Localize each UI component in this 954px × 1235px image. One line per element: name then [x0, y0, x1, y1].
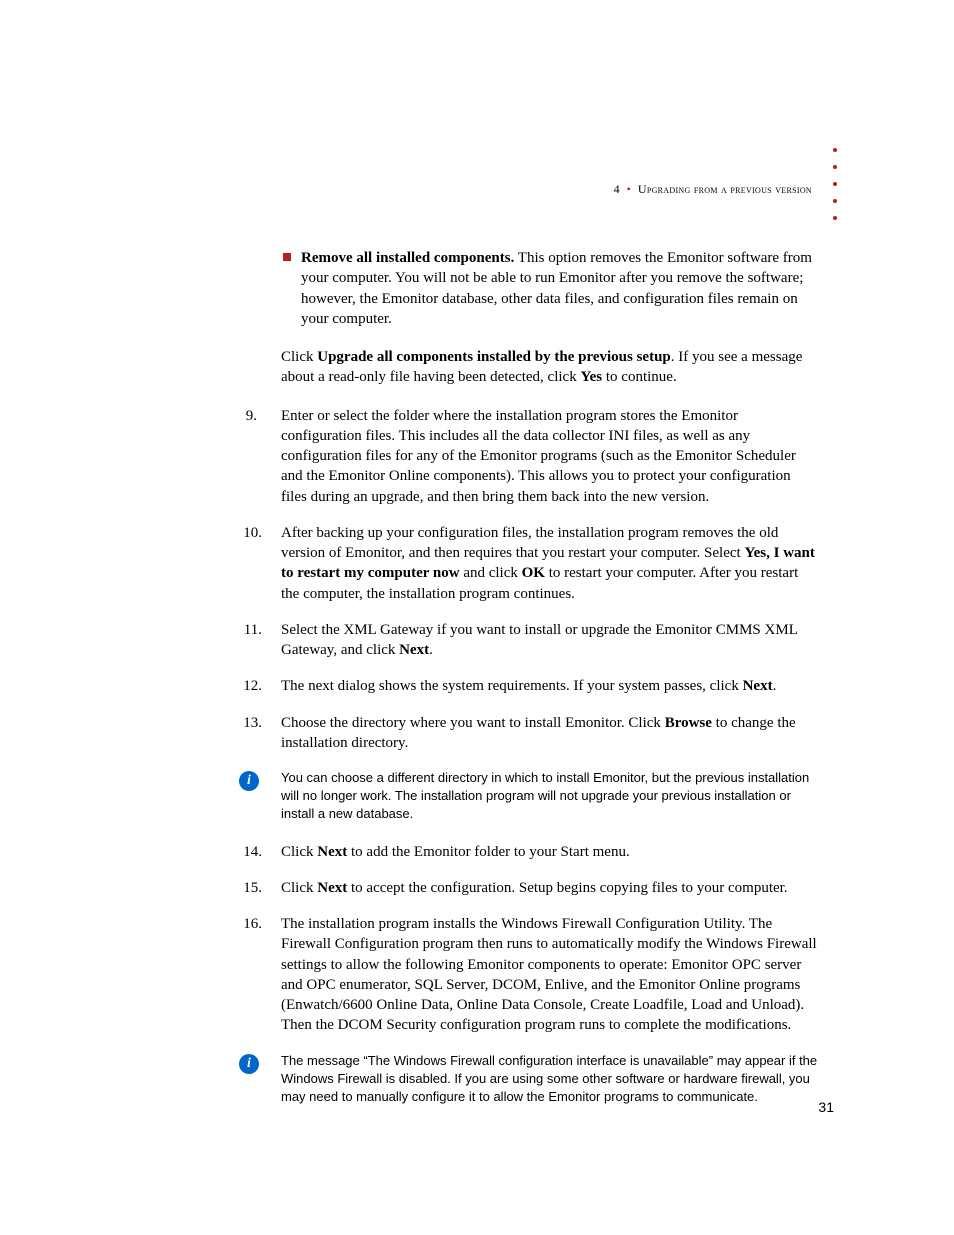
bullet-item-remove: Remove all installed components. This op…: [263, 248, 818, 329]
bullet-lead: Remove all installed components.: [301, 250, 514, 266]
note-directory: You can choose a different directory in …: [263, 769, 818, 824]
running-header: 4 • Upgrading from a previous version: [614, 181, 812, 197]
page-number: 31: [818, 1098, 834, 1117]
page: 4 • Upgrading from a previous version Re…: [0, 0, 954, 1235]
step-10: After backing up your configuration file…: [263, 523, 818, 604]
step-15: Click Next to accept the configuration. …: [263, 878, 818, 898]
dot-icon: [833, 148, 837, 152]
step-9: Enter or select the folder where the ins…: [263, 406, 818, 507]
dot-icon: [833, 182, 837, 186]
dot-icon: [833, 165, 837, 169]
step-14: Click Next to add the Emonitor folder to…: [263, 842, 818, 862]
decorative-dots: [833, 148, 837, 220]
step-13: Choose the directory where you want to i…: [263, 713, 818, 754]
dot-icon: [833, 199, 837, 203]
click-upgrade-para: Click Upgrade all components installed b…: [263, 347, 818, 388]
note-firewall: The message “The Windows Firewall config…: [263, 1052, 818, 1107]
chapter-number: 4: [614, 182, 620, 196]
info-icon: [239, 771, 259, 791]
dot-icon: [833, 216, 837, 220]
body-content: Remove all installed components. This op…: [263, 248, 818, 1124]
step-12: The next dialog shows the system require…: [263, 676, 818, 696]
bullet-icon: •: [627, 182, 631, 196]
info-icon: [239, 1054, 259, 1074]
step-11: Select the XML Gateway if you want to in…: [263, 620, 818, 661]
square-bullet-icon: [283, 253, 291, 261]
numbered-steps: Enter or select the folder where the ins…: [263, 406, 818, 754]
chapter-title: Upgrading from a previous version: [638, 182, 812, 196]
step-16: The installation program installs the Wi…: [263, 914, 818, 1036]
numbered-steps-cont: Click Next to add the Emonitor folder to…: [263, 842, 818, 1036]
